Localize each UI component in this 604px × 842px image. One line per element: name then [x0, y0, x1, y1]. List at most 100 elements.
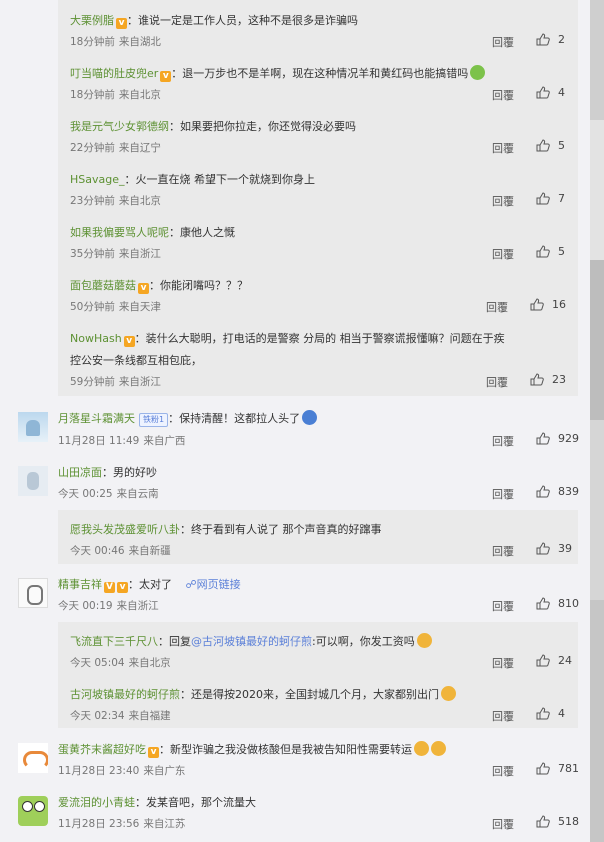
timestamp: 11月28日 23:40	[58, 765, 140, 777]
like-button[interactable]: 5	[536, 139, 565, 152]
like-button[interactable]: 24	[536, 654, 572, 667]
avatar[interactable]	[18, 412, 48, 442]
reply-button[interactable]: 回覆	[486, 299, 508, 315]
username[interactable]: 我是元气少女郭德纲	[70, 120, 169, 133]
like-button[interactable]: 7	[536, 192, 565, 205]
location: 来自北京	[118, 195, 161, 207]
location: 来自云南	[116, 488, 159, 500]
username[interactable]: 精事吉祥	[58, 578, 102, 591]
reply-button[interactable]: 回覆	[492, 87, 514, 103]
location: 来自天津	[118, 301, 161, 313]
comment-text: ：回复	[158, 635, 191, 648]
thumbs-up-icon	[536, 33, 550, 46]
web-link[interactable]: 网页链接	[197, 578, 241, 591]
location: 来自新疆	[128, 545, 171, 557]
background-image-strip	[590, 0, 604, 842]
like-count: 810	[558, 597, 579, 610]
comment-text: ：太对了	[128, 578, 172, 591]
username[interactable]: 叮当喵的肚皮兜er	[70, 67, 158, 80]
username[interactable]: 大栗例脂	[70, 14, 114, 27]
like-button[interactable]: 929	[536, 432, 579, 445]
username[interactable]: 山田凉面	[58, 466, 102, 479]
reply-button[interactable]: 回覆	[492, 763, 514, 779]
lv-badge: v	[117, 582, 128, 593]
comment-text: ：退一万步也不是羊啊，现在这种情况羊和黄红码也能搞错吗	[171, 67, 469, 80]
emoji-icon	[302, 410, 318, 425]
timestamp: 59分钟前	[70, 376, 115, 388]
like-button[interactable]: 4	[536, 707, 565, 720]
timestamp: 11月28日 23:56	[58, 818, 140, 830]
like-button[interactable]: 39	[536, 542, 572, 555]
thumbs-up-icon	[536, 139, 550, 152]
like-count: 781	[558, 762, 579, 775]
like-button[interactable]: 2	[536, 33, 565, 46]
location: 来自辽宁	[118, 142, 161, 154]
thumbs-up-icon	[536, 485, 550, 498]
username[interactable]: 面包蘑菇蘑菇	[70, 279, 136, 292]
comment-text: ：发某音吧，那个流量大	[135, 796, 256, 809]
username[interactable]: NowHash	[70, 332, 122, 345]
sub-reply-block: 愿我头发茂盛爱听八卦：终于看到有人说了 那个声音真的好蹿事 今天 00:46 来自…	[58, 510, 578, 564]
vip-badge: v	[116, 18, 127, 29]
vip-badge: v	[138, 283, 149, 294]
like-button[interactable]: 810	[536, 597, 579, 610]
thumbs-up-icon	[536, 597, 550, 610]
reply-button[interactable]: 回覆	[492, 655, 514, 671]
timestamp: 18分钟前	[70, 89, 115, 101]
username[interactable]: 愿我头发茂盛爱听八卦	[70, 523, 180, 536]
avatar[interactable]	[18, 743, 48, 773]
like-button[interactable]: 839	[536, 485, 579, 498]
thumbs-up-icon	[536, 192, 550, 205]
location: 来自北京	[128, 657, 171, 669]
like-button[interactable]: 5	[536, 245, 565, 258]
thumbs-up-icon	[536, 432, 550, 445]
reply-button[interactable]: 回覆	[492, 816, 514, 832]
reply-button[interactable]: 回覆	[492, 486, 514, 502]
like-count: 16	[552, 298, 566, 311]
avatar[interactable]	[18, 466, 48, 496]
like-count: 5	[558, 139, 565, 152]
username[interactable]: 古河坡镇最好的蚵仔煎	[70, 688, 180, 701]
mention-link[interactable]: @古河坡镇最好的蚵仔煎	[191, 635, 312, 648]
timestamp: 22分钟前	[70, 142, 115, 154]
reply-button[interactable]: 回覆	[492, 543, 514, 559]
comment-text: ：康他人之慨	[169, 226, 235, 239]
vip-badge: v	[148, 747, 159, 758]
like-count: 2	[558, 33, 565, 46]
like-button[interactable]: 23	[530, 373, 566, 386]
username[interactable]: 如果我偏要骂人呢呢	[70, 226, 169, 239]
reply-button[interactable]: 回覆	[492, 140, 514, 156]
timestamp: 35分钟前	[70, 248, 115, 260]
comment-text: ：保持清醒！这都拉人头了	[168, 412, 301, 425]
comment-text: ：你能闭嘴吗？？？	[149, 279, 248, 292]
username[interactable]: 飞流直下三千尺八	[70, 635, 158, 648]
username[interactable]: 蛋黄芥末酱超好吃	[58, 743, 146, 756]
pray-emoji-icon	[431, 741, 446, 756]
reply-button[interactable]: 回覆	[492, 708, 514, 724]
reply-button[interactable]: 回覆	[486, 374, 508, 390]
username[interactable]: 月落星斗霜满天	[58, 412, 135, 425]
reply-button[interactable]: 回覆	[492, 34, 514, 50]
comment-text: ：装什么大聪明，打电话的是警察 分局的 相当于警察谎报懂嘛？问题在于疾	[134, 332, 505, 345]
avatar[interactable]	[18, 578, 48, 608]
reply-button[interactable]: 回覆	[492, 246, 514, 262]
timestamp: 23分钟前	[70, 195, 115, 207]
like-button[interactable]: 16	[530, 298, 566, 311]
username[interactable]: 爱流泪的小青蛙	[58, 796, 135, 809]
timestamp: 18分钟前	[70, 36, 115, 48]
vip-badge: v	[123, 336, 135, 347]
reply-button[interactable]: 回覆	[492, 193, 514, 209]
like-button[interactable]: 518	[536, 815, 579, 828]
reply-button[interactable]: 回覆	[492, 433, 514, 449]
comment-text: ：还是得按2020来，全国封城几个月，大家都别出门	[180, 688, 439, 701]
like-button[interactable]: 4	[536, 86, 565, 99]
username[interactable]: HSavage_	[70, 173, 125, 186]
timestamp: 今天 00:19	[58, 600, 113, 612]
reply-button[interactable]: 回覆	[492, 598, 514, 614]
timestamp: 50分钟前	[70, 301, 115, 313]
like-button[interactable]: 781	[536, 762, 579, 775]
location: 来自广西	[143, 435, 186, 447]
comment-text: ：新型诈骗之我没做核酸但是我被告知阳性需要转运	[159, 743, 412, 756]
avatar[interactable]	[18, 796, 48, 826]
like-count: 7	[558, 192, 565, 205]
